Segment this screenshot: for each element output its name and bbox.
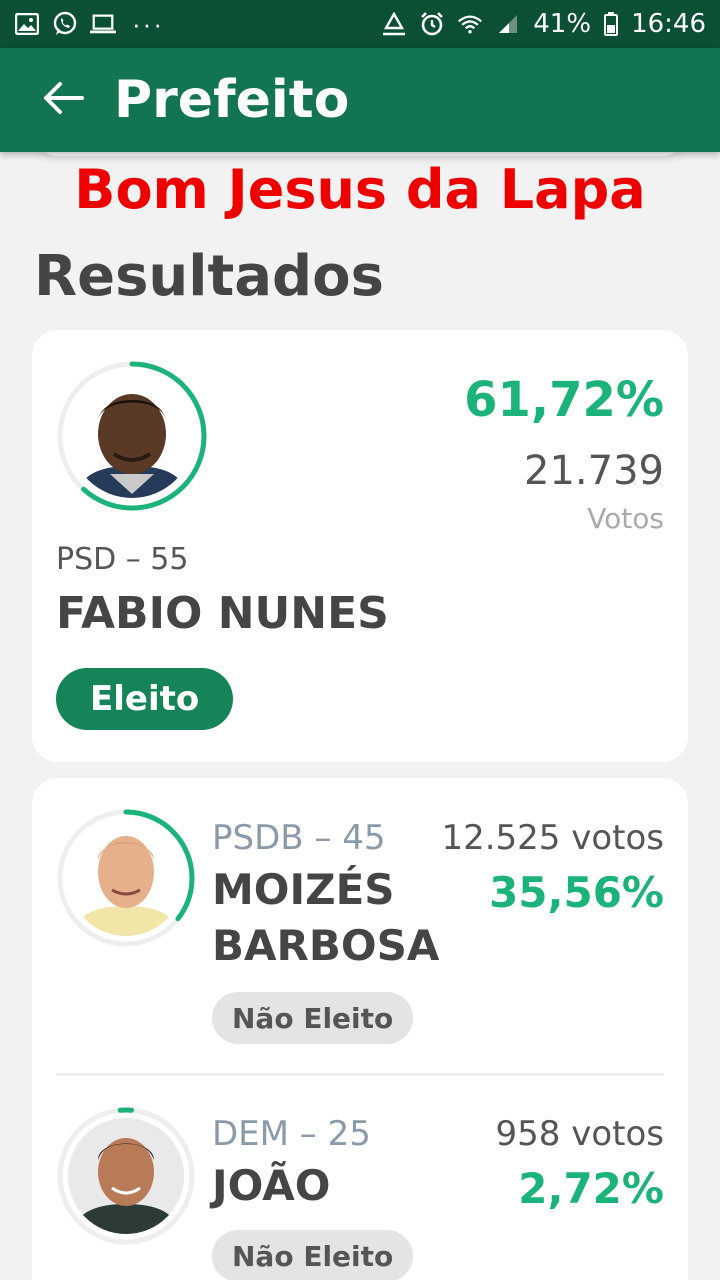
winner-votes-label: Votos <box>587 502 664 535</box>
status-bar: ··· 41% 16:46 <box>0 0 720 48</box>
avatar <box>68 820 184 936</box>
back-button[interactable] <box>40 77 86 123</box>
winner-votes: 21.739 <box>524 448 664 494</box>
not-elected-badge: Não Eleito <box>212 1230 414 1280</box>
laptop-icon <box>90 13 116 35</box>
candidate-party: DEM – 25 <box>212 1114 371 1154</box>
candidate-votes: 958 votos <box>495 1114 664 1154</box>
battery-percent: 41% <box>533 9 592 39</box>
app-bar: Prefeito <box>0 48 720 152</box>
winner-party: PSD – 55 <box>56 542 189 577</box>
more-dots-icon: ··· <box>132 8 164 39</box>
candidate-avatar-ring <box>56 360 208 512</box>
avatar <box>70 374 194 498</box>
image-icon <box>14 13 40 35</box>
candidate-percent: 2,72% <box>518 1164 664 1213</box>
candidate-votes: 12.525 votos <box>441 818 664 858</box>
battery-icon <box>603 12 619 36</box>
candidates-list: PSDB – 45 MOIZÉS BARBOSA 12.525 votos 35… <box>32 778 688 1280</box>
avatar <box>68 1118 184 1234</box>
candidate-name: JOÃO <box>212 1161 331 1210</box>
candidate-avatar-ring <box>56 808 196 948</box>
recycle-icon <box>381 12 407 36</box>
elected-badge: Eleito <box>56 668 234 730</box>
winner-percent: 61,72% <box>464 372 664 428</box>
city-name: Bom Jesus da Lapa <box>74 158 646 221</box>
candidate-percent: 35,56% <box>489 868 664 917</box>
wifi-icon <box>457 13 483 35</box>
alarm-icon <box>419 12 445 36</box>
list-item[interactable]: DEM – 25 JOÃO 958 votos 2,72% Não Eleito <box>32 1076 688 1280</box>
not-elected-badge: Não Eleito <box>212 992 414 1044</box>
list-item[interactable]: PSDB – 45 MOIZÉS BARBOSA 12.525 votos 35… <box>32 778 688 1074</box>
winner-card[interactable]: 61,72% 21.739 Votos PSD – 55 FABIO NUNES… <box>32 330 688 762</box>
section-title: Resultados <box>34 244 384 309</box>
whatsapp-icon <box>52 11 78 35</box>
page-title: Prefeito <box>114 70 350 130</box>
candidate-avatar-ring <box>56 1106 196 1246</box>
clock: 16:46 <box>631 9 706 39</box>
winner-name: FABIO NUNES <box>56 588 389 639</box>
signal-icon <box>495 13 521 35</box>
arrow-left-icon <box>42 81 84 120</box>
candidate-party: PSDB – 45 <box>212 818 386 858</box>
candidate-name: MOIZÉS BARBOSA <box>212 865 440 970</box>
